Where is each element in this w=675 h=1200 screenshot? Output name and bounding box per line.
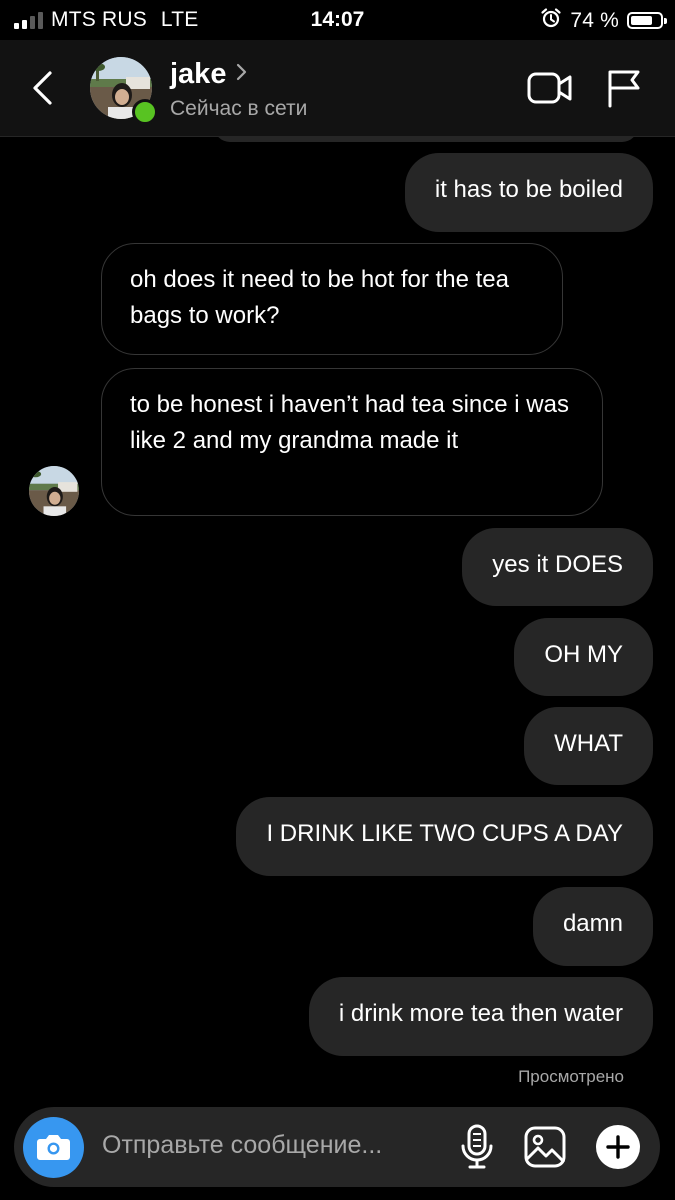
alarm-icon bbox=[540, 7, 562, 34]
camera-icon bbox=[37, 1135, 70, 1160]
message-bubble-incoming[interactable]: oh does it need to be hot for the tea ba… bbox=[101, 243, 563, 355]
online-indicator bbox=[132, 99, 158, 125]
status-bar: MTS RUS LTE 14:07 74 % bbox=[0, 0, 675, 38]
flag-icon bbox=[608, 70, 640, 108]
more-options-button[interactable] bbox=[596, 1125, 640, 1169]
message-bubble-outgoing[interactable]: OH MY bbox=[514, 618, 653, 696]
message-bubble-outgoing[interactable]: I DRINK LIKE TWO CUPS A DAY bbox=[236, 797, 653, 876]
report-button[interactable] bbox=[606, 68, 642, 108]
seen-status: Просмотрено bbox=[518, 1067, 624, 1086]
message-input[interactable]: Отправьте сообщение... bbox=[102, 1131, 382, 1160]
online-status: Сейчас в сети bbox=[170, 97, 308, 120]
avatar-photo bbox=[29, 466, 79, 516]
message-bubble-outgoing[interactable]: it has to be boiled bbox=[404, 153, 653, 232]
contact-name-row[interactable]: jake bbox=[170, 58, 248, 91]
camera-button[interactable] bbox=[23, 1117, 84, 1178]
message-bubble-outgoing[interactable]: yes it DOES bbox=[462, 528, 653, 606]
message-bubble-outgoing[interactable]: i drink more tea then water bbox=[308, 977, 653, 1056]
video-call-icon bbox=[527, 72, 572, 104]
message-composer: Отправьте сообщение... bbox=[14, 1107, 660, 1187]
chat-header: jake Сейчас в сети bbox=[0, 40, 675, 137]
back-icon bbox=[33, 71, 52, 105]
plus-icon bbox=[606, 1135, 630, 1159]
video-call-button[interactable] bbox=[527, 70, 573, 106]
status-right: 74 % bbox=[540, 7, 667, 34]
microphone-icon bbox=[461, 1124, 493, 1169]
back-button[interactable] bbox=[28, 68, 60, 108]
chevron-right-icon bbox=[236, 62, 248, 87]
battery-percent: 74 % bbox=[570, 8, 619, 32]
message-bubble-incoming[interactable]: to be honest i haven’t had tea since i w… bbox=[101, 368, 603, 516]
sender-avatar[interactable] bbox=[29, 466, 79, 516]
gallery-button[interactable] bbox=[523, 1125, 567, 1169]
gallery-icon bbox=[524, 1126, 566, 1168]
message-bubble-outgoing[interactable]: WHAT bbox=[524, 707, 653, 785]
contact-username: jake bbox=[170, 58, 227, 90]
voice-message-button[interactable] bbox=[460, 1124, 494, 1170]
battery-icon bbox=[627, 12, 667, 29]
message-bubble-outgoing[interactable]: damn bbox=[532, 887, 653, 966]
